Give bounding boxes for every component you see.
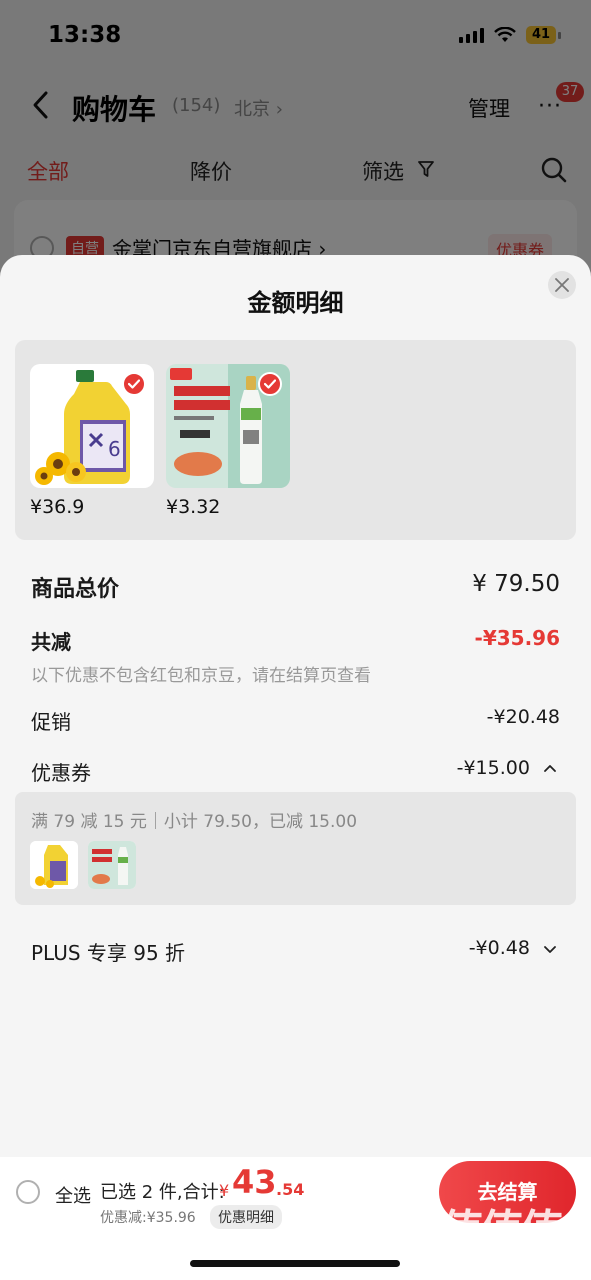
home-indicator: [190, 1260, 400, 1267]
product-image-vinegar: [166, 364, 290, 488]
selected-products: 6 ¥36.9 ¥3.32: [15, 340, 576, 540]
product-price: ¥36.9: [30, 496, 85, 518]
watermark-logo: 值值值: [440, 1206, 564, 1257]
total-discount-value: -¥35.96: [474, 626, 560, 650]
discount-detail-button[interactable]: 优惠明细: [210, 1205, 282, 1229]
selected-check-icon: [258, 372, 282, 396]
discount-note-row: 以下优惠不包含红包和京豆，请在结算页查看: [31, 661, 560, 686]
chevron-up-icon[interactable]: [544, 763, 556, 775]
coupon-label: 优惠券: [31, 761, 91, 785]
product-image-oil: 6: [30, 364, 154, 488]
saved-amount: 优惠减:¥35.96: [100, 1210, 196, 1226]
plus-discount-label: PLUS 专享 95 折: [31, 941, 186, 965]
product-card[interactable]: 6 ¥36.9: [30, 364, 154, 518]
select-all-radio[interactable]: [16, 1180, 40, 1204]
sheet-title: 金额明细: [247, 289, 344, 317]
promotion-value: -¥20.48: [486, 706, 560, 728]
selected-check-icon: [122, 372, 146, 396]
amount-detail-sheet: 金额明细 6 ¥36.9 ¥3.32 商品总价 ¥ 79.50 共减 -¥35.…: [0, 255, 591, 1280]
promotion-label: 促销: [31, 710, 71, 734]
plus-discount-value: -¥0.48: [468, 937, 530, 959]
total-currency: ¥: [219, 1181, 230, 1200]
watermark-url: zhizhizhi.com: [442, 1255, 544, 1273]
coupon-value-group: -¥15.00: [457, 757, 556, 779]
total-price-row: 商品总价 ¥ 79.50: [31, 571, 560, 603]
discount-note: 以下优惠不包含红包和京豆，请在结算页查看: [31, 666, 371, 686]
coupon-detail-box: 满 79 减 15 元｜小计 79.50，已减 15.00: [15, 792, 576, 905]
coupon-product-thumb-oil: [30, 841, 78, 889]
close-button[interactable]: [548, 271, 576, 299]
total-discount-row: 共减 -¥35.96: [31, 626, 560, 656]
coupon-detail-text: 满 79 减 15 元｜小计 79.50，已减 15.00: [31, 812, 358, 832]
total-price-value: ¥ 79.50: [472, 571, 560, 597]
close-icon: [555, 278, 569, 292]
promotion-row: 促销 -¥20.48: [31, 706, 560, 734]
coupon-value: -¥15.00: [456, 757, 530, 779]
svg-text:6: 6: [108, 437, 121, 461]
total-amount-decimal: .54: [276, 1180, 305, 1199]
chevron-down-icon[interactable]: [544, 943, 556, 955]
select-all-label[interactable]: 全选: [55, 1182, 91, 1208]
coupon-product-thumb-vinegar: [88, 841, 136, 889]
product-card[interactable]: ¥3.32: [166, 364, 290, 518]
selected-summary: 已选 2 件,合计:: [100, 1182, 225, 1203]
coupon-row[interactable]: 优惠券 -¥15.00: [31, 757, 560, 785]
total-discount-label: 共减: [31, 630, 71, 654]
plus-discount-row[interactable]: PLUS 专享 95 折 -¥0.48: [31, 937, 560, 965]
total-amount-integer: 43: [232, 1163, 277, 1201]
product-price: ¥3.32: [166, 496, 221, 518]
total-price-label: 商品总价: [31, 577, 120, 602]
watermark: 值值值 zhizhizhi.com: [440, 1195, 585, 1275]
plus-value-group: -¥0.48: [469, 937, 556, 959]
